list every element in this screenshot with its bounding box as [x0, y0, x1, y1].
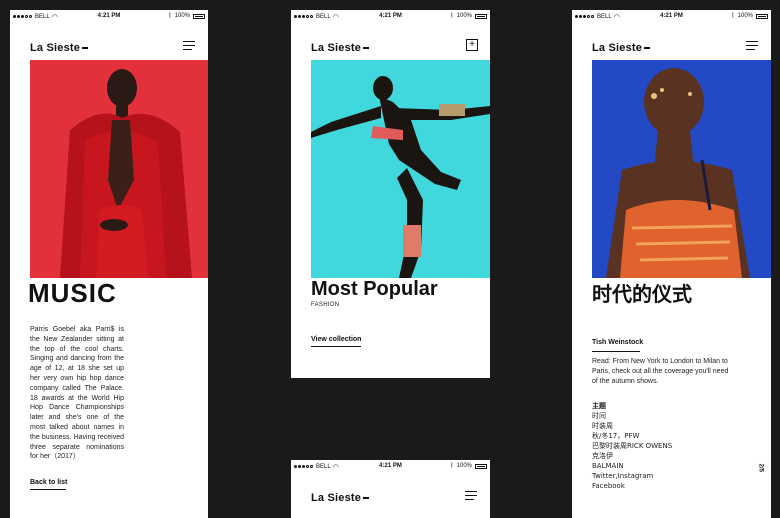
brand-text: La Sieste: [311, 492, 362, 504]
bluetooth-icon: ᛒ: [731, 13, 735, 19]
phone-screen-cropped: BELL ◠ 4:21 PM ᛒ 100% La Sieste: [291, 460, 490, 518]
author-name: Tish Weinstock: [592, 339, 644, 346]
tag-item[interactable]: 时间: [592, 411, 672, 421]
status-bar: BELL ◠ 4:21 PM ᛒ 100%: [10, 10, 208, 24]
brand-logo[interactable]: La Sieste: [30, 42, 89, 54]
author-link[interactable]: Tish Weinstock: [592, 339, 643, 352]
status-bar: BELL ◠ 4:21 PM ᛒ 100%: [291, 460, 490, 474]
tag-heading: 主题: [592, 402, 606, 410]
red-fur-portrait-image: [30, 60, 208, 278]
page-title: 时代的仪式: [592, 282, 692, 306]
article-summary: Read: From New York to London to Milan t…: [592, 358, 729, 385]
tag-item[interactable]: BALMAIN: [592, 461, 672, 471]
status-bar: BELL ◠ 4:21 PM ᛒ 100%: [572, 10, 771, 24]
brand-text: La Sieste: [311, 42, 362, 54]
battery-label: 100%: [174, 13, 190, 19]
phone-screen-article: BELL ◠ 4:21 PM ᛒ 100% La Sieste 时代的仪式 Ti…: [572, 10, 771, 518]
bluetooth-icon: ᛒ: [168, 13, 172, 19]
bluetooth-icon: ᛒ: [450, 13, 454, 19]
blue-portrait-image: [592, 60, 771, 278]
tag-item[interactable]: Twitter,Instagram: [592, 471, 672, 481]
bluetooth-icon: ᛒ: [450, 463, 454, 469]
hamburger-menu-icon[interactable]: [465, 491, 477, 501]
article-body: Parris Goebel aka Parri$ is the New Zeal…: [30, 326, 124, 461]
dancer-pose-image: [311, 60, 490, 278]
page-indicator: 2/5: [757, 463, 763, 472]
back-to-list-link[interactable]: Back to list: [30, 479, 67, 490]
hamburger-menu-icon[interactable]: [746, 41, 758, 51]
battery-icon: [475, 13, 487, 19]
brand-text: La Sieste: [592, 42, 643, 54]
battery-icon: [193, 13, 205, 19]
category-label: FASHION: [311, 302, 340, 308]
phone-screen-music: BELL ◠ 4:21 PM ᛒ 100% La Sieste MUSIC Pa…: [10, 10, 208, 518]
battery-icon: [756, 13, 768, 19]
battery-label: 100%: [456, 463, 472, 469]
battery-icon: [475, 463, 487, 469]
brand-logo[interactable]: La Sieste: [311, 492, 370, 504]
battery-label: 100%: [737, 13, 753, 19]
plus-box-icon[interactable]: +: [466, 39, 478, 51]
phone-screen-most-popular: BELL ◠ 4:21 PM ᛒ 100% La Sieste + Most P…: [291, 10, 490, 378]
brand-logo[interactable]: La Sieste: [311, 42, 370, 54]
status-bar: BELL ◠ 4:21 PM ᛒ 100%: [291, 10, 490, 24]
tag-item[interactable]: 克洛伊: [592, 451, 672, 461]
hamburger-menu-icon[interactable]: [183, 41, 195, 51]
back-to-list-label: Back to list: [30, 479, 68, 486]
tag-item[interactable]: 秋/冬17，PFW: [592, 431, 672, 441]
hero-photo: [311, 60, 490, 278]
tag-list: 主题 时间 时装周 秋/冬17，PFW 巴黎时装周RICK OWENS 克洛伊 …: [592, 401, 672, 491]
tag-item[interactable]: Facebook: [592, 481, 672, 491]
battery-label: 100%: [456, 13, 472, 19]
page-title: MUSIC: [28, 278, 117, 308]
view-collection-link[interactable]: View collection: [311, 336, 361, 347]
brand-logo[interactable]: La Sieste: [592, 42, 651, 54]
tag-item[interactable]: 时装周: [592, 421, 672, 431]
hero-photo: [592, 60, 771, 278]
brand-text: La Sieste: [30, 42, 81, 54]
view-collection-label: View collection: [311, 336, 362, 343]
hero-photo: [30, 60, 208, 278]
tag-item[interactable]: 巴黎时装周RICK OWENS: [592, 441, 672, 451]
page-title: Most Popular: [311, 278, 438, 300]
